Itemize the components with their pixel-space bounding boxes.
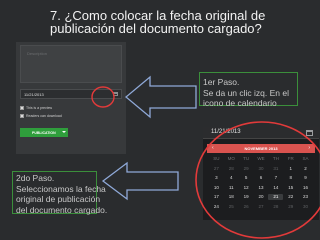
calendar-day[interactable]: 7 (268, 175, 283, 181)
calendar-day[interactable]: 27 (209, 166, 224, 172)
calendar-day[interactable]: 13 (254, 185, 269, 191)
weekday-label: SU (213, 156, 220, 161)
step-1-line: Se da un clic izq. En el (203, 87, 289, 98)
calendar-day[interactable]: 29 (283, 204, 298, 210)
calendar-day[interactable]: 18 (224, 194, 239, 200)
weekday-label: MO (227, 156, 235, 161)
month-header: ‹ NOVEMBER 2013 › (207, 144, 315, 153)
calendar-day[interactable]: 26 (239, 204, 254, 210)
calendar-date-field[interactable]: 11/21/2013 (203, 127, 319, 139)
step-2-line: 2do Paso. (16, 173, 55, 183)
calendar-day[interactable]: 29 (239, 166, 254, 172)
calendar-panel: 11/21/2013 ‹ NOVEMBER 2013 › SU MO TU WE TH F… (203, 127, 319, 220)
download-option-row[interactable]: Readers can download (20, 113, 62, 119)
calendar-day[interactable]: 12 (239, 185, 254, 191)
calendar-icon[interactable] (113, 92, 118, 96)
slide-title: 7. ¿Como colocar la fecha original de pu… (50, 9, 312, 35)
annotation-arrow (101, 161, 179, 201)
calendar-day[interactable]: 11 (224, 185, 239, 191)
description-placeholder: Description (27, 51, 48, 56)
previous-month-arrow-icon[interactable]: ‹ (212, 146, 214, 151)
publication-date-value: 11/21/2013 (24, 92, 44, 97)
step-2-line: original de publicación (16, 194, 101, 204)
publication-date-field[interactable]: 11/21/2013 (20, 89, 122, 99)
step-2-line: Seleccionamos la fecha (16, 183, 106, 194)
calendar-day-grid: SU MO TU WE TH FR SA 27 28 29 30 31 1 2 3 4 5 6 7 8 9 10 11 12 1… (209, 156, 313, 210)
calendar-day[interactable]: 1 (283, 166, 298, 172)
step-1-note: 1er Paso. Se da un clic izq. En el icono… (199, 72, 298, 108)
calendar-day[interactable]: 17 (209, 194, 224, 200)
calendar-day[interactable]: 22 (283, 194, 298, 200)
step-2-line: del documento cargado. (16, 204, 108, 215)
chevron-down-icon[interactable] (62, 131, 66, 133)
publish-button-label: PUBLICATION (32, 130, 56, 135)
preview-checkbox[interactable] (20, 106, 24, 110)
download-checkbox[interactable] (20, 114, 24, 118)
weekday-label: TU (243, 156, 250, 161)
calendar-day[interactable]: 8 (283, 175, 298, 181)
weekday-label: TH (272, 156, 279, 161)
publish-button[interactable]: PUBLICATION (20, 128, 68, 137)
calendar-icon[interactable] (306, 130, 313, 136)
calendar-day[interactable]: 4 (224, 175, 239, 181)
month-label: NOVEMBER 2013 (244, 146, 278, 151)
calendar-day[interactable]: 30 (298, 204, 313, 210)
calendar-day[interactable]: 9 (298, 175, 313, 181)
calendar-day[interactable]: 10 (209, 185, 224, 191)
calendar-day[interactable]: 31 (268, 166, 283, 172)
step-1-line: 1er Paso. (203, 77, 240, 87)
preview-option-row[interactable]: This is a preview (20, 105, 52, 111)
step-2-note: 2do Paso. Seleccionamos la fecha origina… (12, 171, 108, 215)
calendar-day[interactable]: 23 (298, 194, 313, 200)
preview-option-label: This is a preview (26, 106, 53, 110)
upload-form-panel: Description 11/21/2013 This is a preview… (16, 42, 126, 154)
calendar-day[interactable]: 6 (254, 175, 269, 181)
step-1-line: icono de calendario (203, 98, 277, 108)
weekday-label: WE (257, 156, 265, 161)
weekday-label: FR (287, 156, 294, 161)
calendar-day[interactable]: 2 (298, 166, 313, 172)
description-textarea[interactable]: Description (20, 45, 122, 83)
calendar-day[interactable]: 20 (254, 194, 269, 200)
slide-title-line-2: publicación del documento cargado? (50, 21, 262, 36)
next-month-arrow-icon[interactable]: › (308, 146, 310, 151)
calendar-day[interactable]: 5 (239, 175, 254, 181)
calendar-day[interactable]: 16 (298, 185, 313, 191)
calendar-day[interactable]: 15 (283, 185, 298, 191)
calendar-day[interactable]: 19 (239, 194, 254, 200)
calendar-day[interactable]: 28 (268, 204, 283, 210)
calendar-day[interactable]: 27 (254, 204, 269, 210)
calendar-day[interactable]: 14 (268, 185, 283, 191)
calendar-date-value: 11/21/2013 (211, 129, 241, 135)
calendar-day[interactable]: 3 (209, 175, 224, 181)
download-option-label: Readers can download (26, 114, 62, 118)
calendar-day[interactable]: 24 (209, 204, 224, 210)
calendar-day[interactable]: 25 (224, 204, 239, 210)
weekday-label: SA (302, 156, 309, 161)
calendar-day-selected[interactable]: 21 (268, 194, 284, 200)
calendar-day[interactable]: 30 (254, 166, 269, 172)
calendar-day[interactable]: 28 (224, 166, 239, 172)
annotation-arrow (124, 75, 197, 119)
